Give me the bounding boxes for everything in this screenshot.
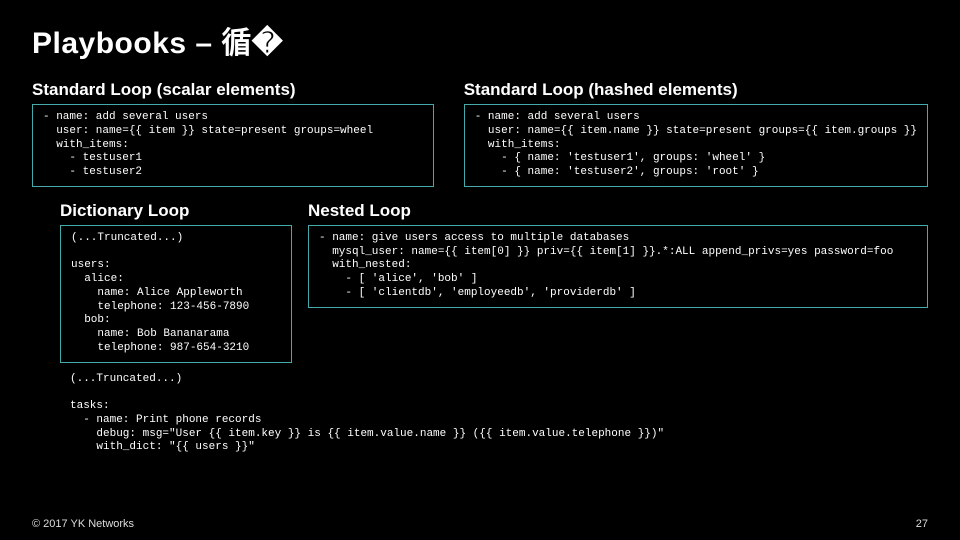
scalar-codebox: - name: add several users user: name={{ … [32, 104, 434, 187]
row-mid: Dictionary Loop (...Truncated...) users:… [32, 201, 928, 363]
dict-code: (...Truncated...) users: alice: name: Al… [71, 232, 281, 356]
tail-block: (...Truncated...) tasks: - name: Print p… [32, 373, 928, 456]
hashed-codebox: - name: add several users user: name={{ … [464, 104, 928, 187]
dict-codebox: (...Truncated...) users: alice: name: Al… [60, 225, 292, 363]
hashed-heading: Standard Loop (hashed elements) [464, 80, 928, 100]
nested-codebox: - name: give users access to multiple da… [308, 225, 928, 308]
nested-code: - name: give users access to multiple da… [319, 232, 917, 301]
slide-title: Playbooks – 循� [32, 18, 928, 62]
nested-heading: Nested Loop [308, 201, 928, 221]
hashed-code: - name: add several users user: name={{ … [475, 111, 917, 180]
scalar-column: Standard Loop (scalar elements) - name: … [32, 80, 434, 187]
footer: © 2017 YK Networks 27 [32, 518, 928, 530]
dict-heading: Dictionary Loop [60, 201, 292, 221]
page-number: 27 [916, 518, 928, 530]
nested-column: Nested Loop - name: give users access to… [308, 201, 928, 308]
copyright-text: © 2017 YK Networks [32, 518, 134, 530]
scalar-code: - name: add several users user: name={{ … [43, 111, 423, 180]
row-top: Standard Loop (scalar elements) - name: … [32, 80, 928, 187]
tail-code: (...Truncated...) tasks: - name: Print p… [70, 373, 928, 456]
dict-column: Dictionary Loop (...Truncated...) users:… [32, 201, 292, 363]
scalar-heading: Standard Loop (scalar elements) [32, 80, 434, 100]
hashed-column: Standard Loop (hashed elements) - name: … [464, 80, 928, 187]
slide: Playbooks – 循� Standard Loop (scalar ele… [0, 0, 960, 540]
